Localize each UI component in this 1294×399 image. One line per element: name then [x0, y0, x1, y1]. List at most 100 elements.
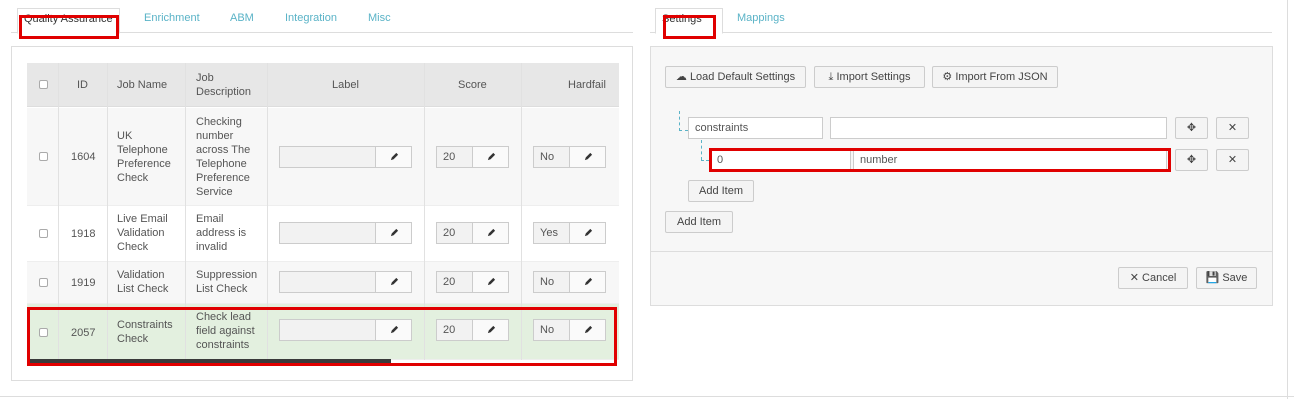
header-job-name: Job Name: [117, 79, 168, 91]
cloud-download-icon: ☁: [675, 71, 687, 83]
header-label: Label: [332, 79, 359, 91]
button-label: Add Item: [698, 185, 744, 197]
key-field[interactable]: constraints: [688, 117, 823, 139]
cancel-button[interactable]: ✕ Cancel: [1118, 267, 1188, 289]
page-right-border: [1287, 0, 1288, 399]
header-id: ID: [77, 79, 88, 91]
score-input[interactable]: 20: [436, 222, 473, 244]
add-item-nested-button[interactable]: Add Item: [688, 180, 754, 202]
pencil-icon: [390, 228, 399, 237]
label-input[interactable]: [279, 146, 376, 168]
table-row: 1604 UK Telephone Preference Check Check…: [27, 108, 619, 206]
table-header: ID Job Name Job Description Label Score …: [27, 63, 619, 107]
download-icon: ⤓: [828, 71, 834, 83]
close-icon: ✕: [1227, 122, 1238, 134]
score-edit-button[interactable]: [472, 222, 509, 244]
move-button[interactable]: ✥: [1175, 117, 1208, 139]
row-job-name: UK Telephone Preference Check: [117, 130, 171, 184]
row-job-description: Email address is invalid: [196, 213, 247, 253]
value-field[interactable]: [830, 117, 1167, 139]
row-id: 1604: [71, 151, 96, 163]
tab-enrichment[interactable]: Enrichment: [144, 8, 200, 34]
header-hardfail: Hardfail: [568, 79, 606, 91]
remove-button[interactable]: ✕: [1216, 149, 1249, 171]
nested-item-highlight: [709, 148, 1171, 172]
pencil-icon: [487, 277, 496, 286]
tab-integration[interactable]: Integration: [285, 8, 337, 34]
hardfail-input[interactable]: No: [533, 146, 570, 168]
remove-button[interactable]: ✕: [1216, 117, 1249, 139]
tab-label: Misc: [368, 12, 391, 24]
tab-label: Enrichment: [144, 12, 200, 24]
move-button[interactable]: ✥: [1175, 149, 1208, 171]
score-input[interactable]: 20: [436, 271, 473, 293]
label-edit-button[interactable]: [375, 146, 412, 168]
row-job-description: Checking number across The Telephone Pre…: [196, 116, 251, 198]
tree-connector: [679, 130, 688, 131]
tab-misc[interactable]: Misc: [368, 8, 391, 34]
hardfail-input[interactable]: No: [533, 271, 570, 293]
button-label: Save: [1222, 272, 1248, 284]
tree-connector: [701, 140, 702, 160]
qa-tab-highlight: [19, 15, 119, 39]
settings-footer-divider: [651, 251, 1272, 252]
button-label: Add Item: [676, 216, 722, 228]
score-edit-button[interactable]: [472, 271, 509, 293]
page-bottom-border: [0, 396, 1294, 397]
row-id: 1919: [71, 277, 96, 289]
tree-connector: [679, 111, 680, 131]
row-job-name: Validation List Check: [117, 269, 169, 295]
hardfail-edit-button[interactable]: [569, 222, 606, 244]
pencil-icon: [487, 152, 496, 161]
header-job-description: Job Description: [196, 72, 252, 98]
close-icon: ✕: [1129, 272, 1139, 284]
tab-mappings[interactable]: Mappings: [737, 8, 785, 34]
hardfail-edit-button[interactable]: [569, 146, 606, 168]
tab-label: ABM: [230, 12, 254, 24]
button-label: Cancel: [1142, 272, 1177, 284]
import-from-json-button[interactable]: ⚙ Import From JSON: [932, 66, 1058, 88]
tab-label: Mappings: [737, 12, 785, 24]
button-label: Import From JSON: [955, 71, 1048, 83]
gears-icon: ⚙: [942, 71, 953, 83]
import-settings-button[interactable]: ⤓ Import Settings: [814, 66, 925, 88]
tab-label: Integration: [285, 12, 337, 24]
pencil-icon: [487, 228, 496, 237]
label-edit-button[interactable]: [375, 271, 412, 293]
table-row: 1919 Validation List Check Suppression L…: [27, 262, 619, 304]
row-checkbox[interactable]: [39, 152, 48, 161]
header-score: Score: [458, 79, 487, 91]
pencil-icon: [584, 277, 593, 286]
save-icon: 💾: [1205, 272, 1220, 284]
pencil-icon: [584, 152, 593, 161]
label-edit-button[interactable]: [375, 222, 412, 244]
hardfail-input[interactable]: Yes: [533, 222, 570, 244]
load-default-settings-button[interactable]: ☁ Load Default Settings: [665, 66, 806, 88]
button-label: Import Settings: [836, 71, 911, 83]
close-icon: ✕: [1227, 154, 1238, 166]
settings-tab-highlight: [663, 15, 716, 39]
hardfail-edit-button[interactable]: [569, 271, 606, 293]
button-label: Load Default Settings: [689, 71, 796, 83]
save-button[interactable]: 💾 Save: [1196, 267, 1257, 289]
pencil-icon: [584, 228, 593, 237]
label-input[interactable]: [279, 222, 376, 244]
table-row: 1918 Live Email Validation Check Email a…: [27, 206, 619, 262]
move-icon: ✥: [1186, 154, 1197, 166]
score-edit-button[interactable]: [472, 146, 509, 168]
label-input[interactable]: [279, 271, 376, 293]
row-job-description: Suppression List Check: [196, 269, 258, 295]
tree-connector: [701, 160, 709, 161]
pencil-icon: [390, 152, 399, 161]
add-item-button[interactable]: Add Item: [665, 211, 733, 233]
tab-abm[interactable]: ABM: [230, 8, 254, 34]
select-all-checkbox[interactable]: [39, 80, 48, 89]
selected-row-highlight: [27, 307, 617, 366]
row-job-name: Live Email Validation Check: [117, 213, 168, 253]
row-checkbox[interactable]: [39, 229, 48, 238]
pencil-icon: [390, 277, 399, 286]
row-checkbox[interactable]: [39, 278, 48, 287]
score-input[interactable]: 20: [436, 146, 473, 168]
move-icon: ✥: [1186, 122, 1197, 134]
row-id: 1918: [71, 228, 96, 240]
